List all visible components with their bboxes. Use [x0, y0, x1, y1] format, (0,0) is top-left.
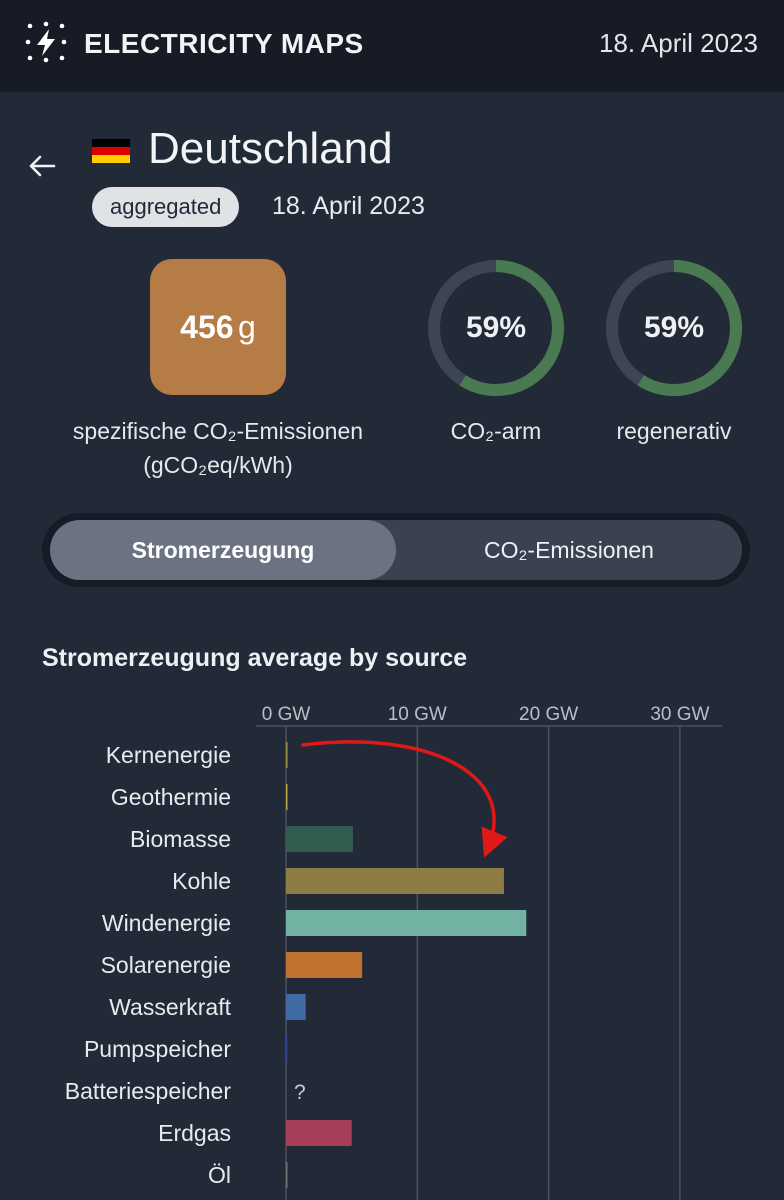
- bar: [286, 742, 288, 768]
- category-label: Kohle: [172, 868, 231, 894]
- co2-intensity-label-line2: (gCO₂eq/kWh): [143, 452, 293, 478]
- co2-intensity-tile: 456 g: [150, 259, 286, 395]
- x-tick-label: 0 GW: [262, 704, 311, 725]
- category-label: Biomasse: [130, 826, 231, 852]
- co2-intensity-value: 456: [180, 309, 234, 345]
- missing-value-label: ?: [294, 1081, 306, 1104]
- germany-flag-icon: [92, 139, 130, 163]
- view-toggle-track: Stromerzeugung CO₂-Emissionen: [50, 520, 742, 580]
- view-toggle: Stromerzeugung CO₂-Emissionen: [42, 513, 750, 587]
- header-date[interactable]: 18. April 2023: [599, 28, 758, 59]
- bar: [286, 868, 504, 894]
- category-label: Batteriespeicher: [65, 1078, 232, 1104]
- bar: [286, 1036, 288, 1062]
- arrow-left-icon[interactable]: [26, 150, 58, 182]
- co2-intensity-unit: g: [238, 309, 256, 345]
- top-bar: ELECTRICITY MAPS 18. April 2023: [0, 0, 784, 92]
- category-label: Solarenergie: [101, 952, 231, 978]
- lightning-bolt-icon[interactable]: [24, 20, 68, 64]
- bar: [286, 1162, 288, 1188]
- category-label: Geothermie: [111, 784, 231, 810]
- production-bar-chart: 0 GW 10 GW 20 GW 30 GW Kernenergie Geothermie…: [65, 704, 722, 1200]
- category-label: Kernenergie: [106, 742, 231, 768]
- tab-stromerzeugung[interactable]: Stromerzeugung: [50, 520, 396, 580]
- bar: [286, 784, 288, 810]
- tab-co2-emissionen[interactable]: CO₂-Emissionen: [396, 520, 742, 580]
- low-carbon-percent: 59%: [465, 311, 527, 344]
- renewable-label: regenerativ: [616, 418, 732, 444]
- category-label: Windenergie: [102, 910, 231, 936]
- aggregated-badge: aggregated: [92, 187, 240, 227]
- bar: [286, 994, 306, 1020]
- bar: [286, 826, 353, 852]
- category-label: Erdgas: [158, 1120, 231, 1146]
- bar: [286, 952, 363, 978]
- x-tick-label: 20 GW: [519, 704, 578, 725]
- bar: [286, 910, 527, 936]
- app-title[interactable]: ELECTRICITY MAPS: [84, 28, 364, 60]
- x-tick-label: 30 GW: [650, 704, 709, 725]
- section-title: Stromerzeugung average by source: [42, 644, 468, 672]
- co2-intensity-label: spezifische CO₂-Emissionen (gCO₂eq/kWh): [40, 414, 396, 482]
- bar: [286, 1120, 352, 1146]
- zone-name: Deutschland: [148, 124, 393, 173]
- low-carbon-label: CO₂-arm: [450, 418, 542, 444]
- co2-intensity-label-line1: spezifische CO₂-Emissionen: [72, 418, 364, 444]
- category-label: Öl: [208, 1162, 231, 1188]
- zone-date: 18. April 2023: [272, 192, 425, 220]
- category-label: Wasserkraft: [109, 994, 231, 1020]
- renewable-percent: 59%: [643, 311, 705, 344]
- x-tick-label: 10 GW: [388, 704, 447, 725]
- category-label: Pumpspeicher: [84, 1036, 231, 1062]
